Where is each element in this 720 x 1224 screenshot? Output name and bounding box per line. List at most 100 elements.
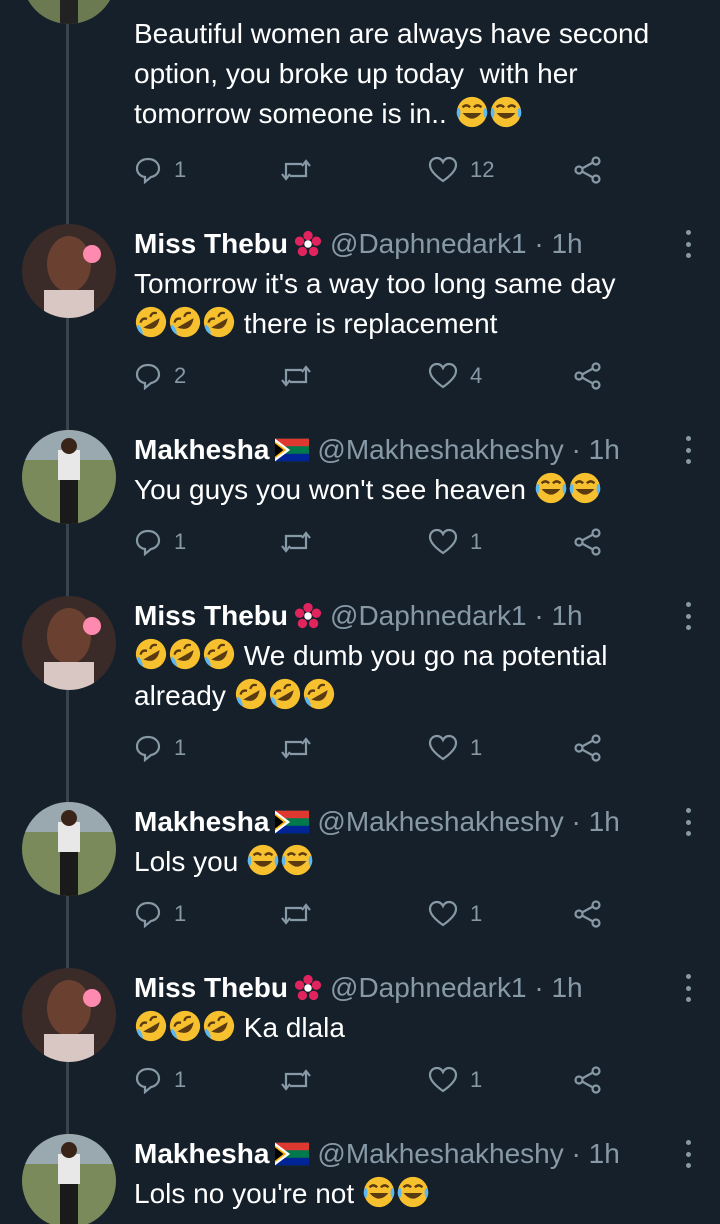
like-button[interactable]: 12 xyxy=(428,152,494,188)
reply-button[interactable]: 1 xyxy=(134,524,186,560)
tweet-text: Tomorrow it's a way too long same day th… xyxy=(134,264,700,344)
south-africa-flag-icon xyxy=(275,438,309,462)
avatar[interactable] xyxy=(22,968,116,1062)
reply-count: 2 xyxy=(174,363,187,388)
tears-of-joy-emoji xyxy=(396,1175,430,1209)
more-options-icon[interactable] xyxy=(684,974,692,1002)
rofl-emoji xyxy=(168,305,202,339)
display-name[interactable]: Miss Thebu xyxy=(134,972,288,1004)
tweet-actions: 1 1 xyxy=(134,1062,614,1098)
share-icon xyxy=(574,362,601,390)
handle-timestamp: @Makheshakheshy · 1h xyxy=(317,434,620,465)
heart-icon xyxy=(428,156,458,183)
heart-icon xyxy=(428,528,458,555)
like-count: 1 xyxy=(470,735,483,760)
reply-button[interactable]: 1 xyxy=(134,730,186,766)
avatar[interactable] xyxy=(22,802,116,896)
like-button[interactable]: 1 xyxy=(428,730,482,766)
rofl-emoji xyxy=(268,677,302,711)
tears-of-joy-emoji xyxy=(534,471,568,505)
share-button[interactable] xyxy=(574,1062,602,1098)
reply-icon xyxy=(135,157,161,184)
display-name[interactable]: Makhesha xyxy=(134,434,269,466)
like-button[interactable]: 4 xyxy=(428,358,482,394)
reply-button[interactable]: 1 xyxy=(134,152,186,188)
display-name[interactable]: Miss Thebu xyxy=(134,228,288,260)
retweet-button[interactable] xyxy=(280,896,312,932)
reply-count: 1 xyxy=(174,735,187,760)
retweet-button[interactable] xyxy=(280,730,312,766)
display-name[interactable]: Makhesha xyxy=(134,1138,269,1170)
rofl-emoji xyxy=(302,677,336,711)
reply-count: 1 xyxy=(174,157,187,182)
more-options-icon[interactable] xyxy=(684,1140,692,1168)
share-icon xyxy=(574,900,601,928)
like-button[interactable]: 1 xyxy=(428,896,482,932)
avatar[interactable] xyxy=(22,596,116,690)
rofl-emoji xyxy=(134,305,168,339)
share-button[interactable] xyxy=(574,358,602,394)
retweet-button[interactable] xyxy=(280,358,312,394)
tweet[interactable]: Makhesha @Makheshakheshy · 1h Lols you 1… xyxy=(0,800,720,940)
avatar[interactable] xyxy=(22,1134,116,1224)
south-africa-flag-icon xyxy=(275,1142,309,1166)
avatar[interactable] xyxy=(22,430,116,524)
tweet[interactable]: Makhesha @Makheshakheshy · 1h Lols no yo… xyxy=(0,1132,720,1224)
heart-icon xyxy=(428,734,458,761)
reply-count: 1 xyxy=(174,1067,187,1092)
top-tweet[interactable]: Beautiful women are always have second o… xyxy=(0,0,720,210)
rofl-emoji xyxy=(202,1009,236,1043)
reply-button[interactable]: 1 xyxy=(134,896,186,932)
share-button[interactable] xyxy=(574,730,602,766)
tweet[interactable]: Makhesha @Makheshakheshy · 1h You guys y… xyxy=(0,428,720,568)
reply-icon xyxy=(135,735,161,762)
tears-of-joy-emoji xyxy=(489,95,523,129)
rofl-emoji xyxy=(134,637,168,671)
reply-icon xyxy=(135,1067,161,1094)
tweet[interactable]: Miss Thebu @Daphnedark1 · 1h We dumb you… xyxy=(0,594,720,774)
handle-timestamp: @Daphnedark1 · 1h xyxy=(330,600,583,631)
more-options-icon[interactable] xyxy=(684,230,692,258)
tweet-text: We dumb you go na potential already xyxy=(134,636,700,716)
handle-timestamp: @Daphnedark1 · 1h xyxy=(330,228,583,259)
avatar[interactable] xyxy=(22,224,116,318)
handle-timestamp: @Makheshakheshy · 1h xyxy=(317,806,620,837)
like-button[interactable]: 1 xyxy=(428,1062,482,1098)
retweet-icon xyxy=(281,737,311,759)
more-options-icon[interactable] xyxy=(684,808,692,836)
tweet[interactable]: Miss Thebu @Daphnedark1 · 1h Tomorrow it… xyxy=(0,222,720,402)
display-name[interactable]: Makhesha xyxy=(134,806,269,838)
tweet-text: You guys you won't see heaven xyxy=(134,470,700,510)
share-icon xyxy=(574,156,601,184)
share-button[interactable] xyxy=(574,524,602,560)
tears-of-joy-emoji xyxy=(362,1175,396,1209)
share-button[interactable] xyxy=(574,152,602,188)
reply-thread: Beautiful women are always have second o… xyxy=(0,0,720,1224)
display-name[interactable]: Miss Thebu xyxy=(134,600,288,632)
reply-button[interactable]: 2 xyxy=(134,358,186,394)
share-icon xyxy=(574,1066,601,1094)
like-count: 12 xyxy=(470,157,495,182)
share-button[interactable] xyxy=(574,896,602,932)
handle-timestamp: @Makheshakheshy · 1h xyxy=(317,1138,620,1169)
tweet[interactable]: Miss Thebu @Daphnedark1 · 1h Ka dlala 1 … xyxy=(0,966,720,1106)
tweet-text: Lols you xyxy=(134,842,700,882)
more-options-icon[interactable] xyxy=(684,602,692,630)
retweet-icon xyxy=(281,531,311,553)
rofl-emoji xyxy=(234,677,268,711)
reply-icon xyxy=(135,363,161,390)
tweet-actions: 2 4 xyxy=(134,358,614,394)
reply-count: 1 xyxy=(174,529,187,554)
retweet-button[interactable] xyxy=(280,524,312,560)
heart-icon xyxy=(428,900,458,927)
avatar[interactable] xyxy=(22,0,116,24)
tweet-actions: 1 1 xyxy=(134,896,614,932)
reply-button[interactable]: 1 xyxy=(134,1062,186,1098)
like-button[interactable]: 1 xyxy=(428,524,482,560)
tears-of-joy-emoji xyxy=(280,843,314,877)
retweet-button[interactable] xyxy=(280,152,312,188)
rofl-emoji xyxy=(168,637,202,671)
more-options-icon[interactable] xyxy=(684,436,692,464)
retweet-button[interactable] xyxy=(280,1062,312,1098)
like-count: 1 xyxy=(470,901,483,926)
